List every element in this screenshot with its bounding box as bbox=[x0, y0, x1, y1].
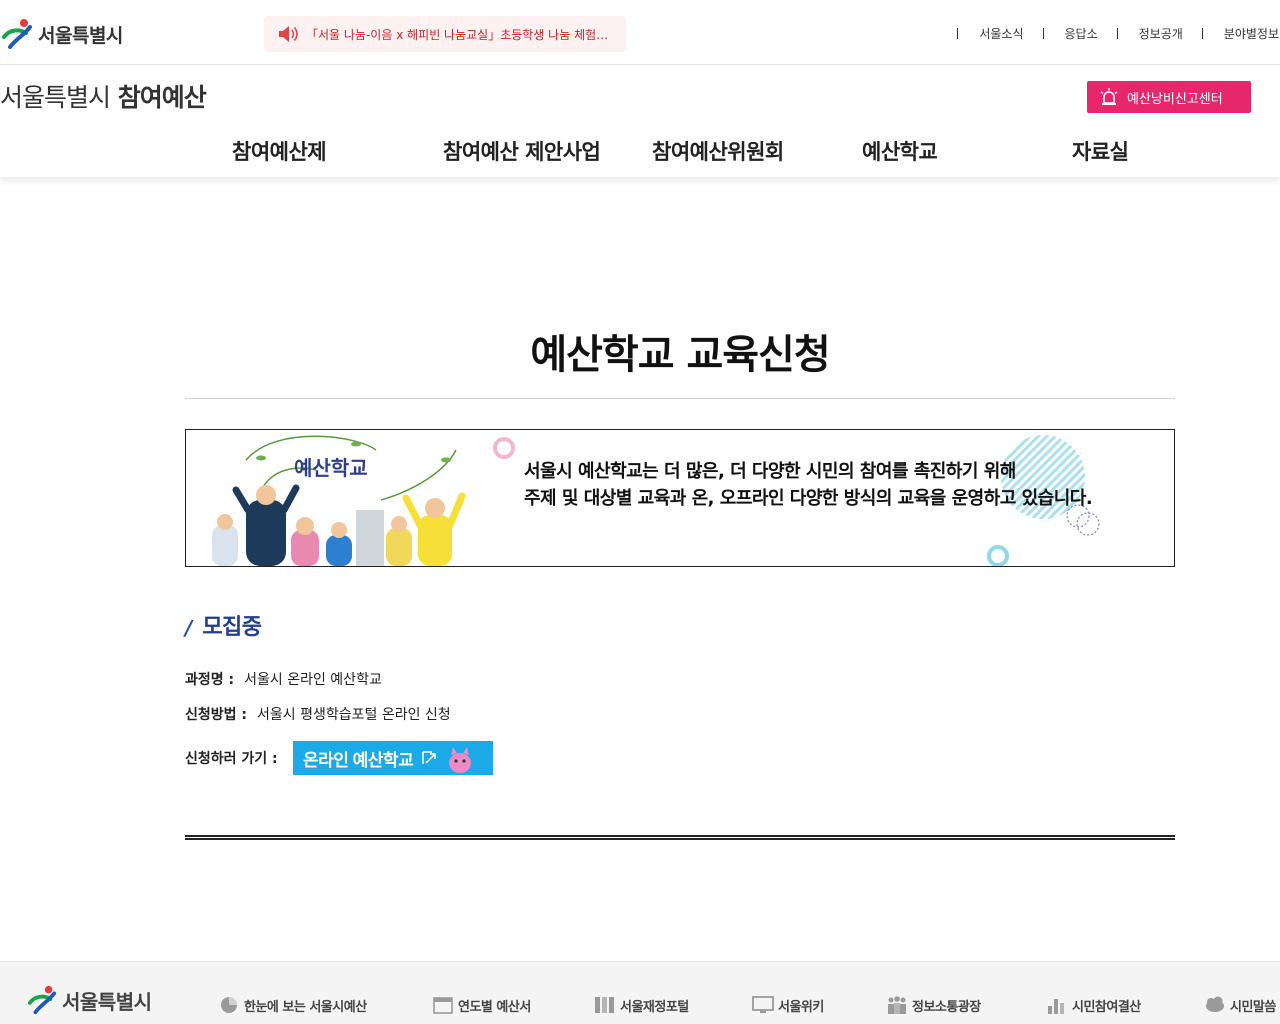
notice-ticker[interactable]: 「서울 나눔-이음 x 해피빈 나눔교실」초등학생 나눔 체험교... bbox=[264, 16, 626, 52]
main-navigation: 참여예산제 참여예산 제안사업 참여예산위원회 예산학교 자료실 bbox=[0, 128, 1280, 178]
budget-school-illustration: 예산학교 bbox=[212, 435, 466, 566]
pink-ring-decoration bbox=[493, 437, 515, 459]
footer-link-label: 연도별 예산서 bbox=[458, 999, 531, 1015]
nav-item-budget-school[interactable]: 예산학교 bbox=[862, 136, 938, 166]
apply-button-label: 온라인 예산학교 bbox=[303, 750, 414, 770]
content-bottom-divider bbox=[185, 835, 1175, 840]
pie-chart-icon bbox=[221, 997, 237, 1013]
footer-link-citizen-settlement[interactable]: 시민참여결산 bbox=[1046, 995, 1141, 1015]
recruit-title: 모집중 bbox=[202, 615, 262, 640]
footer-seoul-logo[interactable]: 서울특별시 bbox=[26, 984, 152, 1016]
top-utility-bar: 서울특별시 「서울 나눔-이음 x 해피빈 나눔교실」초등학생 나눔 체험교..… bbox=[0, 0, 1280, 65]
footer-link-label: 서울재정포털 bbox=[620, 999, 689, 1015]
util-link-field-info[interactable]: 분야별정보 bbox=[1201, 25, 1280, 42]
footer-link-annual-budget[interactable]: 연도별 예산서 bbox=[432, 995, 531, 1015]
banner-line-2: 주제 및 대상별 교육과 온, 오프라인 다양한 방식의 교육을 운영하고 있습… bbox=[524, 488, 1093, 509]
course-label: 과정명 : bbox=[185, 672, 235, 688]
page-title: 예산학교 교육신청 bbox=[530, 332, 830, 378]
banner-description: 서울시 예산학교는 더 많은, 더 다양한 시민의 참여를 촉진하기 위해 주제… bbox=[524, 458, 1093, 512]
site-title-main: 서울특별시 bbox=[0, 83, 111, 112]
mascot-icon bbox=[449, 747, 472, 773]
banner-line-1: 서울시 예산학교는 더 많은, 더 다양한 시민의 참여를 촉진하기 위해 bbox=[524, 461, 1016, 482]
calendar-icon bbox=[433, 997, 453, 1014]
recruit-heading: / 모집중 bbox=[185, 609, 262, 641]
notice-text[interactable]: 「서울 나눔-이음 x 해피빈 나눔교실」초등학생 나눔 체험교... bbox=[306, 26, 616, 43]
footer-link-label: 서울위키 bbox=[778, 999, 824, 1015]
footer-link-info-square[interactable]: 정보소통광장 bbox=[886, 995, 981, 1015]
nav-item-proposal-projects[interactable]: 참여예산 제안사업 bbox=[443, 136, 601, 166]
logo-text: 서울특별시 bbox=[38, 24, 123, 47]
util-link-eungdapso[interactable]: 응답소 bbox=[1042, 25, 1099, 42]
people-icon bbox=[888, 996, 906, 1014]
method-label: 신청방법 : bbox=[185, 707, 247, 723]
apply-label: 신청하러 가기 : bbox=[185, 751, 278, 767]
footer-seoul-logo-icon bbox=[27, 985, 57, 1015]
utility-links: 서울소식 응답소 정보공개 분야별정보 bbox=[957, 24, 1280, 42]
seoul-logo-icon bbox=[2, 19, 32, 49]
footer-link-seoul-wiki[interactable]: 서울위키 bbox=[752, 995, 824, 1015]
footer-link-label: 정보소통광장 bbox=[912, 999, 981, 1015]
method-value: 서울시 평생학습포털 온라인 신청 bbox=[257, 707, 451, 723]
teal-ring-decoration bbox=[987, 545, 1009, 566]
footer-link-label: 한눈에 보는 서울시예산 bbox=[244, 999, 367, 1015]
budget-waste-report-button[interactable]: 예산낭비신고센터 bbox=[1087, 81, 1251, 113]
binders-icon bbox=[595, 997, 614, 1013]
siren-icon bbox=[1100, 88, 1118, 105]
footer-link-budget-overview[interactable]: 한눈에 보는 서울시예산 bbox=[218, 995, 367, 1015]
footer-link-citizen-voice[interactable]: 시민말씀 bbox=[1204, 995, 1276, 1015]
bar-chart-icon bbox=[1048, 999, 1064, 1014]
course-value: 서울시 온라인 예산학교 bbox=[244, 672, 382, 688]
util-link-info-disclosure[interactable]: 정보공개 bbox=[1116, 25, 1184, 42]
footer-logo-text: 서울특별시 bbox=[62, 989, 152, 1014]
report-button-label: 예산낭비신고센터 bbox=[1127, 90, 1223, 106]
footer-link-bar: 서울특별시 한눈에 보는 서울시예산 연도별 예산서 서울재정포털 서울위키 정… bbox=[0, 961, 1280, 1024]
monitor-icon bbox=[752, 996, 774, 1013]
speech-cloud-icon bbox=[1206, 996, 1224, 1012]
external-link-icon bbox=[422, 751, 436, 764]
speaker-icon bbox=[279, 26, 298, 42]
online-budget-school-button[interactable]: 온라인 예산학교 bbox=[293, 741, 493, 775]
nav-item-committee[interactable]: 참여예산위원회 bbox=[652, 136, 784, 166]
footer-link-label: 시민말씀 bbox=[1230, 999, 1276, 1015]
footer-link-finance-portal[interactable]: 서울재정포털 bbox=[594, 995, 689, 1015]
util-link-seoul-news[interactable]: 서울소식 bbox=[957, 25, 1024, 42]
nav-item-archive[interactable]: 자료실 bbox=[1072, 136, 1129, 166]
site-title[interactable]: 서울특별시 참여예산 bbox=[0, 78, 207, 114]
seoul-logo[interactable]: 서울특별시 bbox=[0, 16, 123, 52]
apply-method-row: 신청방법 : 서울시 평생학습포털 온라인 신청 bbox=[185, 704, 451, 724]
site-title-sub: 참여예산 bbox=[117, 83, 207, 112]
footer-link-label: 시민참여결산 bbox=[1072, 999, 1141, 1015]
intro-banner: 예산학교 서울시 예산학교는 더 많은, 더 다양한 시민의 참여를 촉진하기 … bbox=[185, 429, 1175, 567]
slash-icon: / bbox=[185, 616, 193, 640]
title-divider bbox=[185, 398, 1175, 399]
nav-item-participatory-budget[interactable]: 참여예산제 bbox=[232, 136, 327, 166]
course-name-row: 과정명 : 서울시 온라인 예산학교 bbox=[185, 669, 382, 689]
illustration-title: 예산학교 bbox=[294, 456, 368, 480]
